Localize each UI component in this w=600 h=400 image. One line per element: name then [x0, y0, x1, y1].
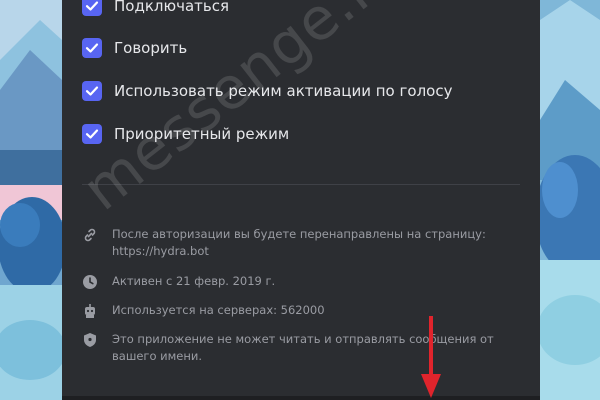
checkbox-checked[interactable] [82, 124, 102, 144]
servers-text: Используется на серверах: 562000 [112, 303, 325, 317]
checkbox-checked[interactable] [82, 0, 102, 16]
checkbox-checked[interactable] [82, 38, 102, 58]
check-icon [85, 86, 99, 96]
permission-label: Говорить [114, 39, 188, 57]
info-active-since: Активен с 21 февр. 2019 г. [82, 273, 520, 290]
redirect-url[interactable]: https://hydra.bot [112, 243, 486, 260]
permission-label: Приоритетный режим [114, 125, 290, 143]
checkbox-checked[interactable] [82, 81, 102, 101]
link-icon [84, 228, 96, 242]
info-redirect: После авторизации вы будете перенаправле… [82, 226, 520, 260]
arrow-down-icon [421, 316, 441, 398]
permission-voice-activity[interactable]: Использовать режим активации по голосу [82, 79, 452, 103]
clock-icon [83, 275, 97, 289]
footer-bar [62, 396, 540, 400]
permission-connect[interactable]: Подключаться [82, 0, 229, 18]
active-since-text: Активен с 21 февр. 2019 г. [112, 274, 276, 288]
info-servers: Используется на серверах: 562000 [82, 302, 520, 319]
permission-priority-speaker[interactable]: Приоритетный режим [82, 122, 289, 146]
info-privacy: Это приложение не может читать и отправл… [82, 331, 520, 365]
permission-label: Использовать режим активации по голосу [114, 82, 453, 100]
permission-speak[interactable]: Говорить [82, 36, 187, 60]
check-icon [85, 43, 99, 53]
permission-label: Подключаться [114, 0, 230, 15]
authorization-panel: Подключаться Говорить Использовать режим… [62, 0, 540, 400]
shield-icon [84, 333, 96, 347]
check-icon [85, 129, 99, 139]
robot-icon [85, 304, 95, 318]
redirect-text: После авторизации вы будете перенаправле… [112, 227, 486, 241]
check-icon [85, 1, 99, 11]
section-divider [82, 184, 520, 185]
